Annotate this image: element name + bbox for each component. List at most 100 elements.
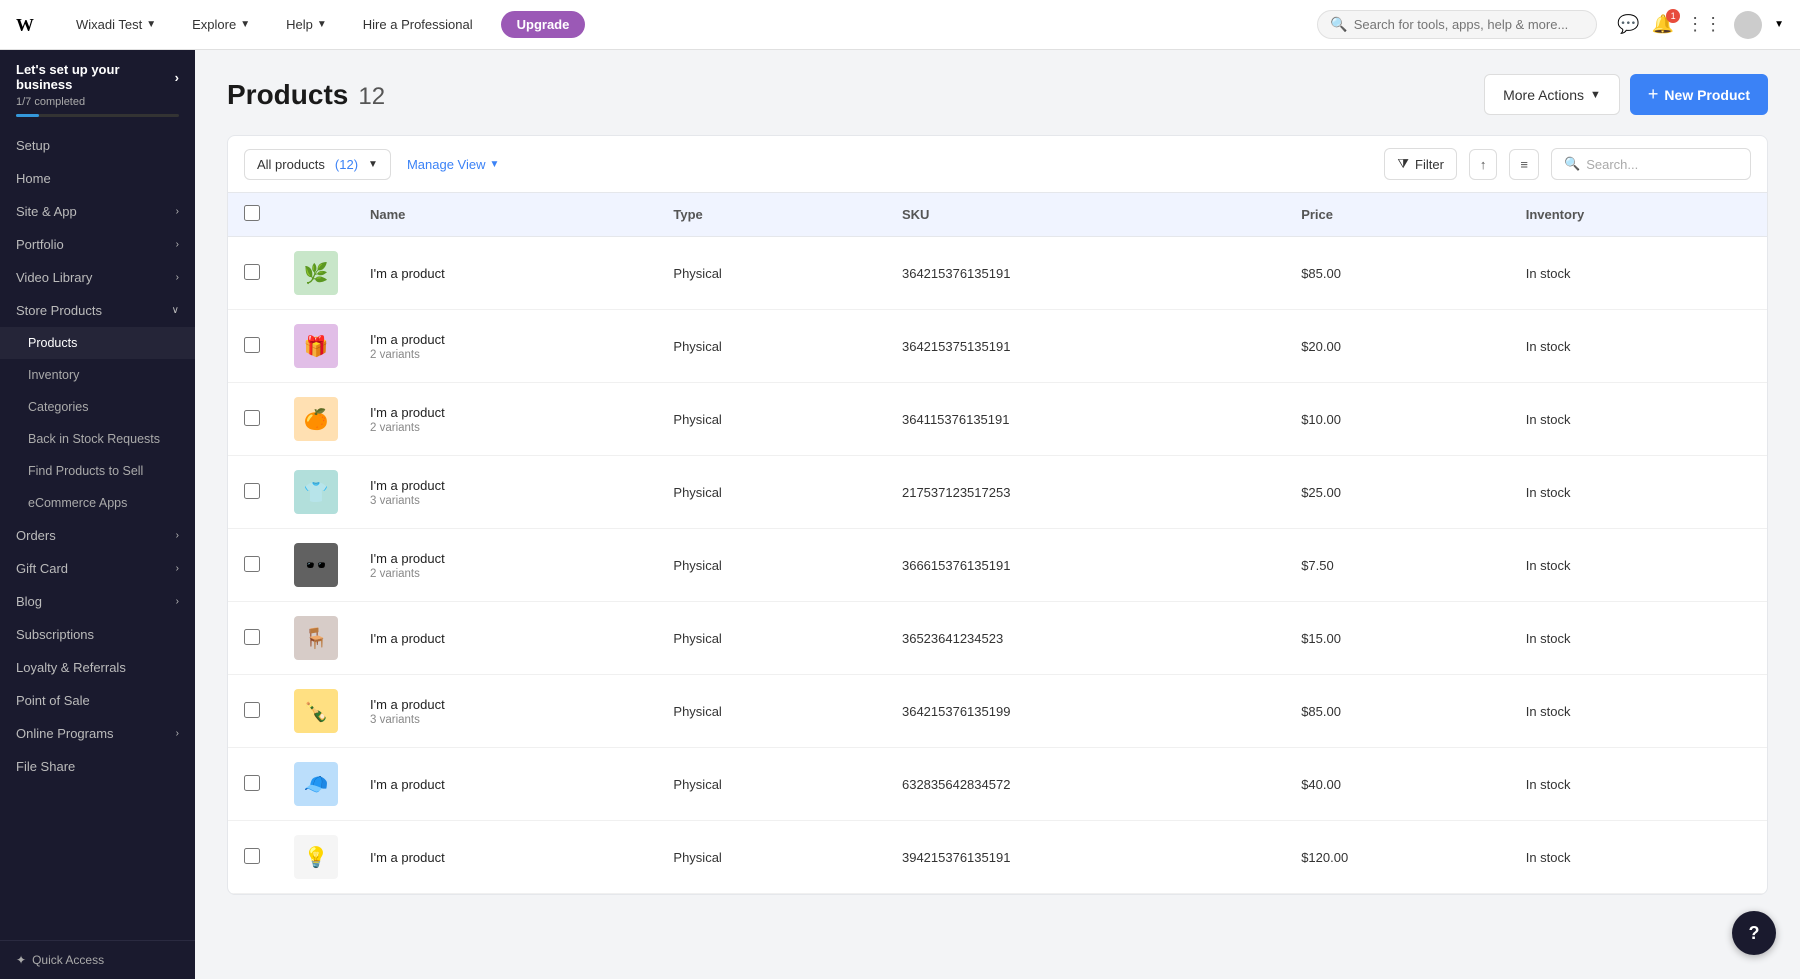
row-checkbox[interactable] xyxy=(244,556,260,572)
sidebar-item-video-library[interactable]: Video Library › xyxy=(0,261,195,294)
row-checkbox[interactable] xyxy=(244,410,260,426)
row-checkbox[interactable] xyxy=(244,629,260,645)
row-checkbox[interactable] xyxy=(244,775,260,791)
new-product-button[interactable]: + New Product xyxy=(1630,74,1768,115)
sidebar-item-categories[interactable]: Categories xyxy=(0,391,195,423)
sidebar-item-file-share[interactable]: File Share xyxy=(0,750,195,783)
product-sku-cell: 364215375135191 xyxy=(886,310,1285,383)
filter-button[interactable]: ⧩ Filter xyxy=(1384,148,1457,180)
product-sku-cell: 394215376135191 xyxy=(886,821,1285,894)
product-image-cell: 🎁 xyxy=(278,310,354,383)
row-checkbox-cell[interactable] xyxy=(228,675,278,748)
product-image-cell: 👕 xyxy=(278,456,354,529)
table-row[interactable]: 🍊 I'm a product 2 variants Physical 3641… xyxy=(228,383,1767,456)
product-image-cell: 🍾 xyxy=(278,675,354,748)
sidebar-item-online-programs[interactable]: Online Programs › xyxy=(0,717,195,750)
upgrade-button[interactable]: Upgrade xyxy=(501,11,586,38)
row-checkbox-cell[interactable] xyxy=(228,602,278,675)
table-row[interactable]: 💡 I'm a product Physical 394215376135191… xyxy=(228,821,1767,894)
sidebar-item-setup[interactable]: Setup xyxy=(0,129,195,162)
chat-icon[interactable]: 💬 xyxy=(1617,14,1639,35)
manage-view-button[interactable]: Manage View ▼ xyxy=(403,150,503,179)
row-checkbox-cell[interactable] xyxy=(228,821,278,894)
product-sku-cell: 217537123517253 xyxy=(886,456,1285,529)
product-sku-cell: 364215376135199 xyxy=(886,675,1285,748)
table-search[interactable]: 🔍 xyxy=(1551,148,1751,180)
search-icon: 🔍 xyxy=(1330,16,1347,33)
chevron-down-icon: ∨ xyxy=(172,305,179,316)
export-button[interactable]: ↑ xyxy=(1469,149,1498,180)
row-checkbox[interactable] xyxy=(244,702,260,718)
row-checkbox[interactable] xyxy=(244,264,260,280)
table-row[interactable]: 🪑 I'm a product Physical 36523641234523 … xyxy=(228,602,1767,675)
nav-icons-group: 💬 🔔 1 ⋮⋮ ▼ xyxy=(1617,11,1784,39)
help-button[interactable]: ? xyxy=(1732,911,1776,955)
table-row[interactable]: 🧢 I'm a product Physical 632835642834572… xyxy=(228,748,1767,821)
chevron-down-icon: ▼ xyxy=(490,159,500,170)
business-setup-title[interactable]: Let's set up your business › xyxy=(16,62,179,92)
quick-access-button[interactable]: ✦ Quick Access xyxy=(0,940,195,979)
sidebar-item-blog[interactable]: Blog › xyxy=(0,585,195,618)
row-checkbox-cell[interactable] xyxy=(228,383,278,456)
bell-icon[interactable]: 🔔 1 xyxy=(1652,14,1674,35)
select-all-checkbox[interactable] xyxy=(244,205,260,221)
user-avatar[interactable] xyxy=(1734,11,1762,39)
page-title: Products 12 xyxy=(227,79,385,111)
hire-professional-nav-item[interactable]: Hire a Professional xyxy=(355,13,481,36)
more-actions-button[interactable]: More Actions ▼ xyxy=(1484,74,1620,115)
product-name-cell: I'm a product xyxy=(354,748,657,821)
sidebar-item-point-of-sale[interactable]: Point of Sale xyxy=(0,684,195,717)
row-checkbox-cell[interactable] xyxy=(228,456,278,529)
product-price-cell: $15.00 xyxy=(1285,602,1510,675)
table-search-input[interactable] xyxy=(1586,157,1738,172)
sidebar-item-subscriptions[interactable]: Subscriptions xyxy=(0,618,195,651)
chevron-down-icon[interactable]: ▼ xyxy=(1774,19,1784,30)
product-image-cell: 🕶️ xyxy=(278,529,354,602)
product-price-cell: $25.00 xyxy=(1285,456,1510,529)
columns-icon: ≡ xyxy=(1520,157,1528,172)
product-name-cell: I'm a product xyxy=(354,821,657,894)
product-variants: 2 variants xyxy=(370,349,641,361)
apps-icon[interactable]: ⋮⋮ xyxy=(1686,14,1722,35)
sidebar-item-gift-card[interactable]: Gift Card › xyxy=(0,552,195,585)
table-row[interactable]: 🎁 I'm a product 2 variants Physical 3642… xyxy=(228,310,1767,383)
table-row[interactable]: 🍾 I'm a product 3 variants Physical 3642… xyxy=(228,675,1767,748)
sidebar-item-back-in-stock[interactable]: Back in Stock Requests xyxy=(0,423,195,455)
global-search-input[interactable] xyxy=(1354,17,1585,32)
sidebar-item-home[interactable]: Home xyxy=(0,162,195,195)
all-products-dropdown[interactable]: All products (12) ▼ xyxy=(244,149,391,180)
svg-text:W: W xyxy=(16,15,34,35)
columns-button[interactable]: ≡ xyxy=(1509,149,1539,180)
table-row[interactable]: 👕 I'm a product 3 variants Physical 2175… xyxy=(228,456,1767,529)
row-checkbox-cell[interactable] xyxy=(228,310,278,383)
select-all-header[interactable] xyxy=(228,193,278,237)
sidebar-item-products[interactable]: Products xyxy=(0,327,195,359)
sidebar-item-inventory[interactable]: Inventory xyxy=(0,359,195,391)
product-image: 🍾 xyxy=(294,689,338,733)
row-checkbox[interactable] xyxy=(244,848,260,864)
sidebar-item-ecommerce-apps[interactable]: eCommerce Apps xyxy=(0,487,195,519)
sidebar-item-find-products[interactable]: Find Products to Sell xyxy=(0,455,195,487)
product-price-cell: $85.00 xyxy=(1285,237,1510,310)
site-name-label: Wixadi Test xyxy=(76,17,142,32)
row-checkbox[interactable] xyxy=(244,337,260,353)
sidebar-item-site-app[interactable]: Site & App › xyxy=(0,195,195,228)
product-count: 12 xyxy=(358,83,385,111)
sidebar-item-portfolio[interactable]: Portfolio › xyxy=(0,228,195,261)
site-name-selector[interactable]: Wixadi Test ▼ xyxy=(68,13,164,36)
row-checkbox[interactable] xyxy=(244,483,260,499)
row-checkbox-cell[interactable] xyxy=(228,748,278,821)
table-row[interactable]: 🕶️ I'm a product 2 variants Physical 366… xyxy=(228,529,1767,602)
row-checkbox-cell[interactable] xyxy=(228,237,278,310)
product-image: 🕶️ xyxy=(294,543,338,587)
chevron-right-icon: › xyxy=(176,206,179,217)
help-nav-item[interactable]: Help ▼ xyxy=(278,13,335,36)
sidebar-item-store-products[interactable]: Store Products ∨ xyxy=(0,294,195,327)
product-sku-cell: 36523641234523 xyxy=(886,602,1285,675)
row-checkbox-cell[interactable] xyxy=(228,529,278,602)
table-row[interactable]: 🌿 I'm a product Physical 364215376135191… xyxy=(228,237,1767,310)
sidebar-item-loyalty-referrals[interactable]: Loyalty & Referrals xyxy=(0,651,195,684)
explore-nav-item[interactable]: Explore ▼ xyxy=(184,13,258,36)
global-search[interactable]: 🔍 xyxy=(1317,10,1597,39)
sidebar-item-orders[interactable]: Orders › xyxy=(0,519,195,552)
